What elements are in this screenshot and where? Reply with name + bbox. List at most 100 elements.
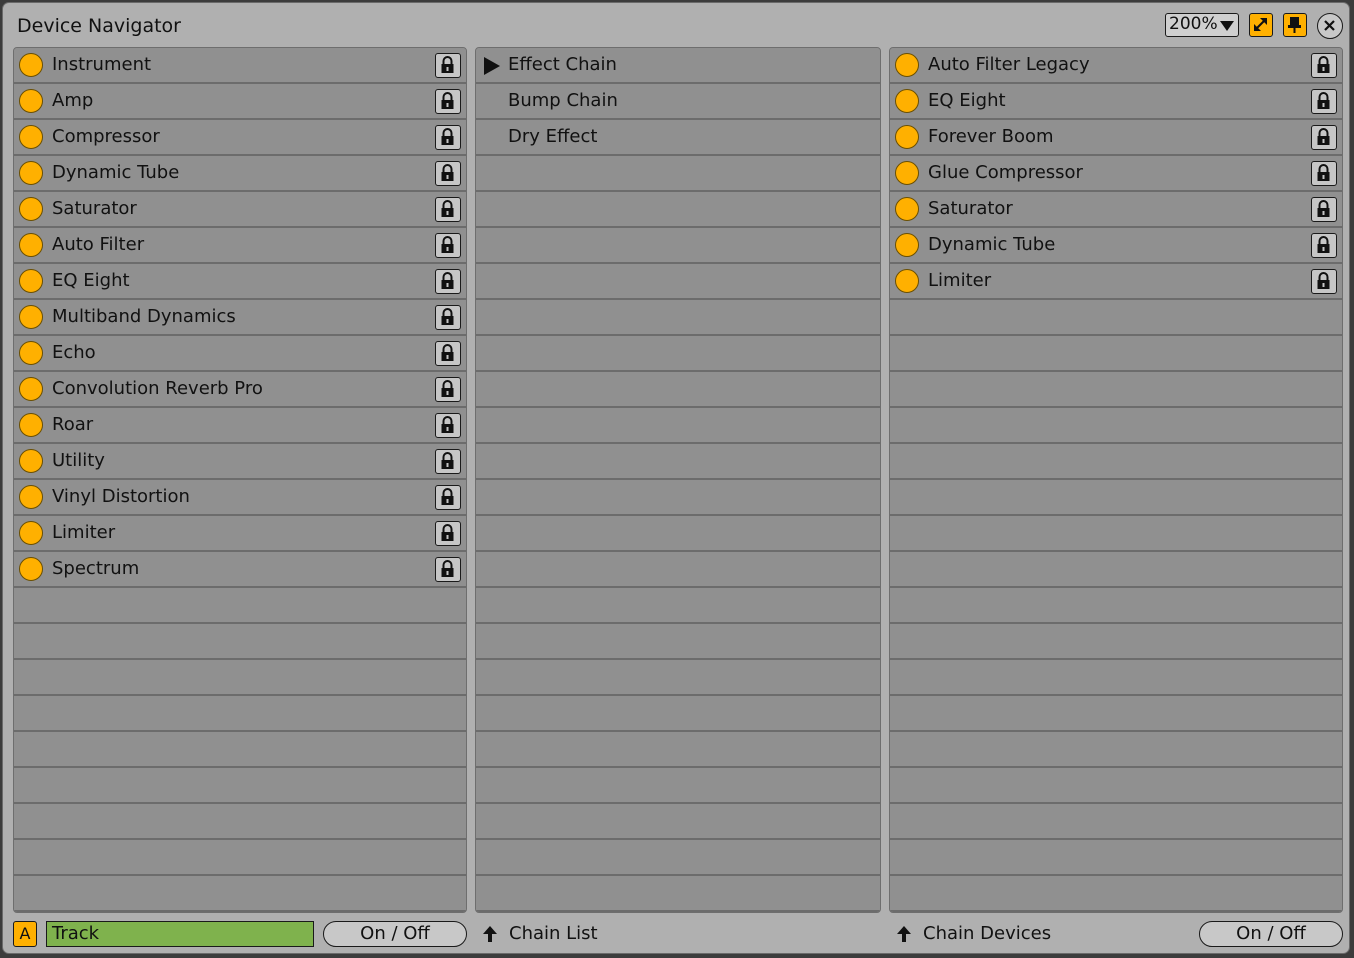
lock-icon[interactable] <box>435 521 461 546</box>
chain-devices-label: Chain Devices <box>923 923 1052 944</box>
lock-icon[interactable] <box>1311 125 1337 150</box>
empty-row <box>476 300 880 336</box>
pin-button[interactable] <box>1283 13 1307 37</box>
empty-row <box>476 264 880 300</box>
lock-icon[interactable] <box>435 89 461 114</box>
lock-icon[interactable] <box>1311 161 1337 186</box>
chain-device-item[interactable]: EQ Eight <box>890 84 1342 120</box>
empty-row <box>14 660 466 696</box>
play-icon <box>484 57 500 75</box>
device-list-item[interactable]: Saturator <box>14 192 466 228</box>
lock-icon[interactable] <box>435 161 461 186</box>
chain-list-item[interactable]: Effect Chain <box>476 48 880 84</box>
empty-row <box>890 732 1342 768</box>
lock-icon[interactable] <box>435 53 461 78</box>
device-on-toggle-icon[interactable] <box>19 89 43 113</box>
device-on-toggle-icon[interactable] <box>19 161 43 185</box>
device-list-item[interactable]: Amp <box>14 84 466 120</box>
device-list-item[interactable]: Convolution Reverb Pro <box>14 372 466 408</box>
device-list-item[interactable]: Echo <box>14 336 466 372</box>
device-on-toggle-icon[interactable] <box>19 53 43 77</box>
empty-row <box>890 300 1342 336</box>
device-on-toggle-icon[interactable] <box>895 89 919 113</box>
on-off-button[interactable]: On / Off <box>323 921 467 947</box>
device-label: Instrument <box>52 54 152 75</box>
device-on-toggle-icon[interactable] <box>19 305 43 329</box>
chain-device-item[interactable]: Glue Compressor <box>890 156 1342 192</box>
empty-row <box>476 480 880 516</box>
device-on-toggle-icon[interactable] <box>19 449 43 473</box>
device-list-item[interactable]: Dynamic Tube <box>14 156 466 192</box>
chain-device-item[interactable]: Auto Filter Legacy <box>890 48 1342 84</box>
device-on-toggle-icon[interactable] <box>19 341 43 365</box>
empty-row <box>890 444 1342 480</box>
chain-device-item[interactable]: Dynamic Tube <box>890 228 1342 264</box>
empty-row <box>890 552 1342 588</box>
empty-row <box>890 372 1342 408</box>
device-on-toggle-icon[interactable] <box>19 377 43 401</box>
lock-icon[interactable] <box>435 197 461 222</box>
a-button[interactable]: A <box>13 921 37 947</box>
zoom-select[interactable]: 200% <box>1165 13 1239 37</box>
device-on-toggle-icon[interactable] <box>19 557 43 581</box>
device-on-toggle-icon[interactable] <box>895 233 919 257</box>
lock-icon[interactable] <box>435 377 461 402</box>
chain-device-item[interactable]: Saturator <box>890 192 1342 228</box>
device-label: Vinyl Distortion <box>52 486 190 507</box>
lock-icon[interactable] <box>435 557 461 582</box>
device-on-toggle-icon[interactable] <box>19 413 43 437</box>
device-on-toggle-icon[interactable] <box>895 197 919 221</box>
device-list-item[interactable]: Compressor <box>14 120 466 156</box>
empty-row <box>476 552 880 588</box>
device-on-toggle-icon[interactable] <box>19 521 43 545</box>
device-list-item[interactable]: Auto Filter <box>14 228 466 264</box>
expand-button[interactable] <box>1249 13 1273 37</box>
chain-on-off-button[interactable]: On / Off <box>1199 921 1343 947</box>
device-on-toggle-icon[interactable] <box>19 233 43 257</box>
arrow-up-icon <box>897 926 911 942</box>
lock-icon[interactable] <box>435 341 461 366</box>
device-label: Dynamic Tube <box>928 234 1056 255</box>
device-list-item[interactable]: Roar <box>14 408 466 444</box>
lock-icon[interactable] <box>435 413 461 438</box>
device-on-toggle-icon[interactable] <box>895 161 919 185</box>
chain-label: Dry Effect <box>508 126 598 147</box>
empty-row <box>890 660 1342 696</box>
device-on-toggle-icon[interactable] <box>19 197 43 221</box>
chain-device-item[interactable]: Limiter <box>890 264 1342 300</box>
lock-icon[interactable] <box>1311 89 1337 114</box>
device-on-toggle-icon[interactable] <box>19 269 43 293</box>
lock-icon[interactable] <box>435 233 461 258</box>
lock-icon[interactable] <box>435 449 461 474</box>
track-field[interactable]: Track <box>46 921 314 947</box>
empty-row <box>476 768 880 804</box>
device-list-item[interactable]: Multiband Dynamics <box>14 300 466 336</box>
device-list-item[interactable]: Vinyl Distortion <box>14 480 466 516</box>
device-on-toggle-icon[interactable] <box>19 125 43 149</box>
device-label: Saturator <box>52 198 137 219</box>
device-on-toggle-icon[interactable] <box>895 53 919 77</box>
chain-list-item[interactable]: Dry Effect <box>476 120 880 156</box>
empty-row <box>476 804 880 840</box>
empty-row <box>476 696 880 732</box>
device-list-item[interactable]: Spectrum <box>14 552 466 588</box>
close-button[interactable] <box>1317 13 1343 39</box>
device-list-item[interactable]: Instrument <box>14 48 466 84</box>
lock-icon[interactable] <box>435 485 461 510</box>
device-list-item[interactable]: EQ Eight <box>14 264 466 300</box>
lock-icon[interactable] <box>435 305 461 330</box>
lock-icon[interactable] <box>1311 53 1337 78</box>
lock-icon[interactable] <box>435 269 461 294</box>
lock-icon[interactable] <box>1311 233 1337 258</box>
device-list-item[interactable]: Limiter <box>14 516 466 552</box>
device-on-toggle-icon[interactable] <box>19 485 43 509</box>
lock-icon[interactable] <box>1311 197 1337 222</box>
chain-device-item[interactable]: Forever Boom <box>890 120 1342 156</box>
lock-icon[interactable] <box>435 125 461 150</box>
lock-icon[interactable] <box>1311 269 1337 294</box>
device-on-toggle-icon[interactable] <box>895 269 919 293</box>
chain-list-item[interactable]: Bump Chain <box>476 84 880 120</box>
device-list-item[interactable]: Utility <box>14 444 466 480</box>
device-on-toggle-icon[interactable] <box>895 125 919 149</box>
device-label: Echo <box>52 342 96 363</box>
